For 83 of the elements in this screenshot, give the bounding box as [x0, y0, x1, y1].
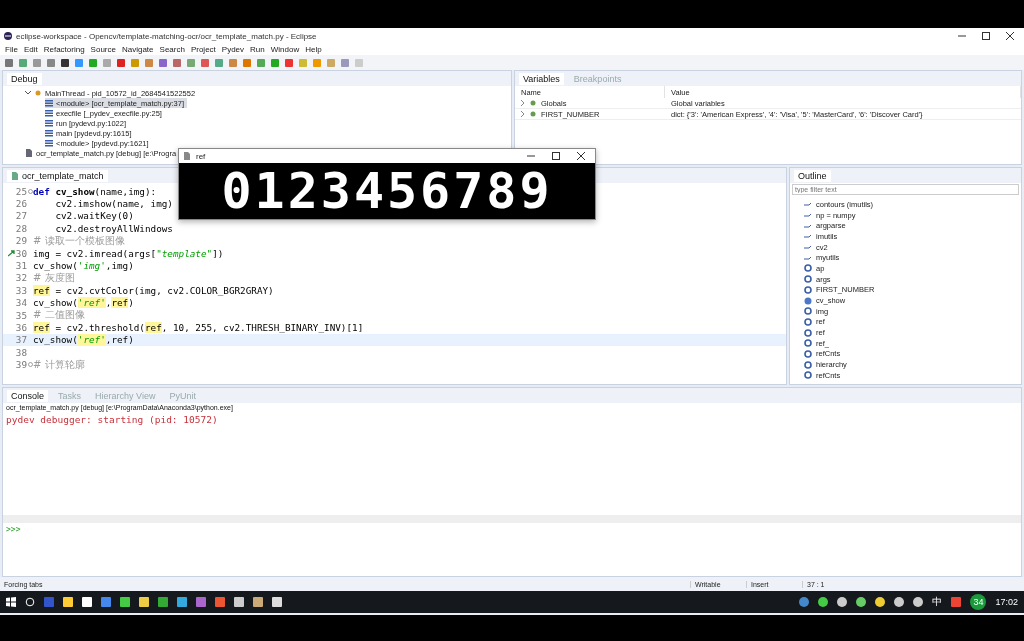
line-number: 34	[15, 297, 27, 309]
line-number: 38	[15, 346, 27, 358]
minimize-button[interactable]	[527, 152, 535, 160]
stack-frame-icon	[45, 129, 53, 137]
fold-icon[interactable]	[28, 188, 33, 194]
clock[interactable]: 17:02	[995, 597, 1018, 607]
code-line: cv2.destroyAllWindows	[54, 222, 173, 234]
menu-item[interactable]: File	[2, 45, 21, 54]
line-number: 30	[15, 247, 27, 259]
close-button[interactable]	[1006, 32, 1014, 40]
panel-tab[interactable]: Variables	[519, 72, 564, 85]
chevron-down-icon[interactable]	[25, 90, 31, 96]
editor-tab[interactable]: ocr_template_match	[7, 169, 108, 182]
code-line: cv_show('img',img)	[33, 260, 134, 272]
search-icon[interactable]	[25, 597, 35, 607]
line-number: 27	[15, 210, 27, 222]
code-line: cv2.imshow(name, img)	[54, 198, 173, 210]
code-line: cv2.waitKey(0)	[54, 210, 134, 222]
menu-item[interactable]: Navigate	[118, 45, 157, 54]
ime-indicator[interactable]: 中	[932, 595, 943, 609]
code-line: def cv_show(name,img):	[33, 185, 157, 197]
start-icon[interactable]	[6, 597, 16, 607]
stack-frame-icon	[45, 139, 53, 147]
code-line: # 二值图像	[33, 308, 85, 323]
function-icon	[804, 296, 812, 305]
menu-item[interactable]: Edit	[20, 45, 41, 54]
line-number: 25	[15, 185, 27, 197]
close-button[interactable]	[577, 152, 585, 160]
tray-icon[interactable]	[799, 597, 810, 607]
line-number: 28	[15, 222, 27, 234]
tray-icon[interactable]	[875, 597, 886, 607]
file-icon	[11, 171, 19, 180]
line-number: 35	[15, 309, 27, 321]
line-number: 29	[15, 235, 27, 247]
tray-icon[interactable]	[894, 597, 905, 607]
line-number: 37	[15, 334, 27, 346]
code-line: img = cv2.imread(args["template"])	[33, 247, 224, 259]
stack-frame-icon	[45, 99, 53, 107]
menu-item[interactable]: Help	[302, 45, 325, 54]
toolbar-icon[interactable]	[60, 57, 70, 68]
window-icon	[183, 152, 191, 160]
panel-tab[interactable]: Console	[7, 389, 49, 402]
line-number: 39	[15, 359, 27, 371]
code-line: ref = cv2.threshold(ref, 10, 255, cv2.THRESH_BINARY_INV)[1]	[33, 322, 364, 333]
digit-image: 0123456789	[179, 163, 595, 219]
line-number: 32	[15, 272, 27, 284]
eclipse-logo-icon	[4, 32, 12, 40]
menu-item[interactable]: Project	[187, 45, 219, 54]
menu-item[interactable]: Search	[156, 45, 188, 54]
stack-frame-icon	[45, 109, 53, 117]
code-line: cv_show('ref',ref)	[33, 297, 134, 309]
console-prompt: >>>	[5, 524, 22, 536]
tray-icon[interactable]	[818, 597, 829, 607]
menu-item[interactable]: Run	[247, 45, 268, 54]
panel-tab[interactable]: Debug	[7, 72, 42, 85]
tray-badge: 34	[970, 594, 987, 610]
image-window-title: ref	[196, 151, 206, 161]
tray-icon[interactable]	[951, 597, 962, 607]
tray-icon[interactable]	[856, 597, 867, 607]
menu-item[interactable]: Window	[267, 45, 303, 54]
menu-item[interactable]: Source	[87, 45, 119, 54]
code-line: # 灰度图	[33, 271, 75, 285]
maximize-button[interactable]	[982, 32, 990, 40]
code-line: cv_show('ref',ref)	[33, 334, 134, 346]
line-number: 36	[15, 322, 27, 333]
line-number: 31	[15, 260, 27, 272]
menu-item[interactable]: Pydev	[218, 45, 248, 54]
tray-icon[interactable]	[913, 597, 924, 607]
line-number: 33	[15, 284, 27, 296]
fold-icon[interactable]	[28, 362, 33, 368]
console-output: pydev debugger: starting (pid: 10572)	[5, 413, 219, 427]
code-line: # 计算轮廓	[33, 357, 85, 372]
window-title: eclipse-workspace - Opencv/template-matching-ocr/ocr_template_match.py - Eclipse	[16, 31, 318, 41]
code-line: ref = cv2.cvtColor(img, cv2.COLOR_BGR2GRAY)	[33, 284, 274, 296]
tray-icon[interactable]	[837, 597, 848, 607]
thread-icon	[34, 89, 42, 97]
line-number: 26	[15, 198, 27, 210]
stack-frame-icon	[45, 119, 53, 127]
menu-item[interactable]: Refactoring	[40, 45, 88, 54]
maximize-button[interactable]	[552, 152, 560, 160]
process-icon	[25, 149, 33, 157]
minimize-button[interactable]	[958, 32, 966, 40]
panel-tab[interactable]: Outline	[794, 169, 831, 182]
